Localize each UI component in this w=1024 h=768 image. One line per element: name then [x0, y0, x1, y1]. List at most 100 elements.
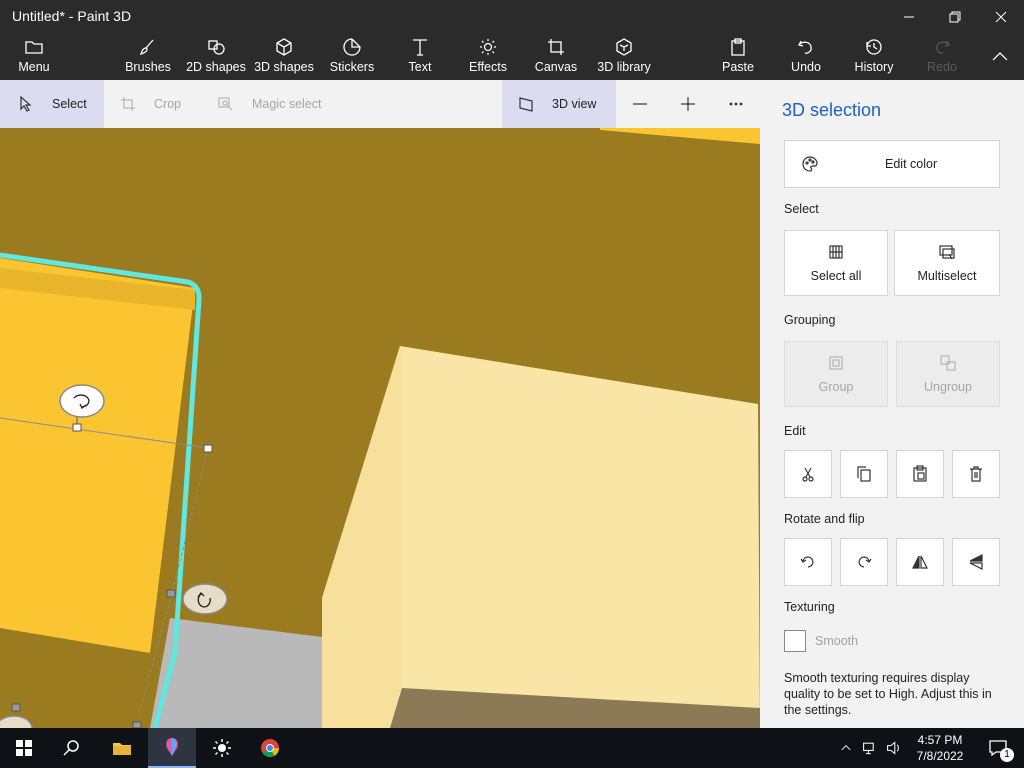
selection-toolbar: Select Crop Magic select 3D view [0, 80, 760, 128]
resize-handle[interactable] [72, 423, 82, 432]
window-title: Untitled* - Paint 3D [12, 8, 132, 24]
brushes-button[interactable]: Brushes [122, 33, 174, 80]
rotate-left-icon [800, 556, 814, 568]
bounding-line-dashed [171, 447, 209, 595]
3d-view-label: 3D view [552, 97, 597, 111]
ungroup-button[interactable]: Ungroup [896, 341, 1000, 407]
3d-shapes-button[interactable]: 3D shapes [254, 33, 314, 80]
redo-button[interactable]: Redo [922, 33, 962, 80]
copy-button[interactable] [840, 450, 888, 498]
chrome-taskbar[interactable] [246, 728, 294, 768]
resize-handle[interactable] [166, 589, 176, 598]
magic-select-tool[interactable]: Magic select [200, 80, 340, 128]
redo-label: Redo [927, 60, 957, 74]
menu-button[interactable]: Menu [10, 33, 58, 80]
sun-effects-icon [480, 39, 496, 55]
select-tool[interactable]: Select [0, 80, 104, 128]
history-button[interactable]: History [850, 33, 898, 80]
windows-logo-icon [16, 740, 32, 756]
canvas-button[interactable]: Canvas [534, 33, 578, 80]
select-label: Select [52, 97, 87, 111]
ellipsis-icon [729, 102, 743, 106]
3d-library-button[interactable]: 3D library [594, 33, 654, 80]
edit-color-button[interactable]: Edit color [784, 140, 1000, 188]
zoom-out-button[interactable] [624, 80, 656, 128]
smooth-label: Smooth [815, 634, 859, 648]
minimize-button[interactable] [886, 0, 932, 33]
select-section-heading: Select [784, 202, 819, 216]
sticker-icon [343, 38, 361, 56]
2d-shapes-button[interactable]: 2D shapes [186, 33, 246, 80]
brush-icon [139, 39, 154, 56]
text-label: Text [408, 60, 432, 74]
smooth-texturing-hint: Smooth texturing requires display qualit… [784, 671, 992, 717]
paste-label: Paste [722, 60, 754, 74]
stickers-button[interactable]: Stickers [326, 33, 378, 80]
rotate-y-handle[interactable] [182, 583, 228, 615]
paint3d-taskbar[interactable] [148, 728, 196, 768]
rotate-section-heading: Rotate and flip [784, 512, 865, 526]
rotate-x-handle[interactable] [0, 715, 33, 728]
show-hidden-icons-button[interactable] [836, 728, 856, 768]
paste-clipboard-icon [731, 38, 745, 56]
ungroup-icon [940, 355, 956, 371]
restore-button[interactable] [932, 0, 978, 33]
zoom-in-button[interactable] [672, 80, 704, 128]
rotate-z-handle[interactable] [59, 384, 105, 418]
select-all-icon [829, 245, 843, 259]
3d-view-icon [519, 97, 533, 112]
yellow-3d-box[interactable] [0, 258, 195, 653]
trash-icon [970, 466, 982, 482]
paste-button[interactable]: Paste [718, 33, 758, 80]
crop-tool[interactable]: Crop [104, 80, 200, 128]
search-button[interactable] [48, 728, 96, 768]
rotate-right-button[interactable] [840, 538, 888, 586]
paste-panel-button[interactable] [896, 450, 944, 498]
chevron-up-icon [841, 744, 851, 751]
select-all-button[interactable]: Select all [784, 230, 888, 296]
resize-handle[interactable] [203, 444, 213, 453]
volume-control[interactable] [882, 728, 906, 768]
2d-shapes-icon [208, 40, 225, 55]
system-clock[interactable]: 4:57 PM 7/8/2022 [912, 732, 968, 764]
ungroup-label: Ungroup [924, 380, 972, 394]
file-explorer-taskbar[interactable] [98, 728, 146, 768]
network-icon [863, 742, 874, 755]
undo-button[interactable]: Undo [786, 33, 826, 80]
history-label: History [854, 60, 894, 74]
group-button[interactable]: Group [784, 341, 888, 407]
crop-icon [121, 97, 135, 111]
rotate-left-button[interactable] [784, 538, 832, 586]
group-icon [829, 356, 843, 370]
brightness-app-taskbar[interactable] [198, 728, 246, 768]
canvas-label: Canvas [534, 60, 578, 74]
network-status[interactable] [858, 728, 882, 768]
flip-vertical-button[interactable] [952, 538, 1000, 586]
effects-button[interactable]: Effects [466, 33, 510, 80]
more-options-button[interactable] [720, 80, 752, 128]
panel-title: 3D selection [782, 100, 882, 120]
start-button[interactable] [0, 728, 48, 768]
action-center-button[interactable]: 1 [978, 728, 1018, 768]
title-bar: Untitled* - Paint 3D [0, 0, 1024, 33]
close-button[interactable] [978, 0, 1024, 33]
delete-button[interactable] [952, 450, 1000, 498]
text-button[interactable]: Text [400, 33, 440, 80]
notification-badge: 1 [1000, 748, 1014, 762]
undo-label: Undo [791, 60, 821, 74]
magic-select-label: Magic select [252, 97, 322, 111]
3d-view-toggle[interactable]: 3D view [502, 80, 616, 128]
3d-scene [0, 128, 760, 728]
multiselect-button[interactable]: Multiselect [894, 230, 1000, 296]
flip-horizontal-button[interactable] [896, 538, 944, 586]
edit-section-heading: Edit [784, 424, 806, 438]
smooth-checkbox[interactable] [784, 630, 806, 652]
3d-canvas[interactable] [0, 128, 760, 728]
group-label: Group [818, 380, 854, 394]
restore-icon [949, 11, 961, 22]
resize-handle[interactable] [11, 703, 21, 712]
paint3d-icon [166, 738, 178, 756]
cut-button[interactable] [784, 450, 832, 498]
collapse-ribbon-button[interactable] [984, 33, 1016, 80]
chrome-icon [261, 739, 279, 758]
